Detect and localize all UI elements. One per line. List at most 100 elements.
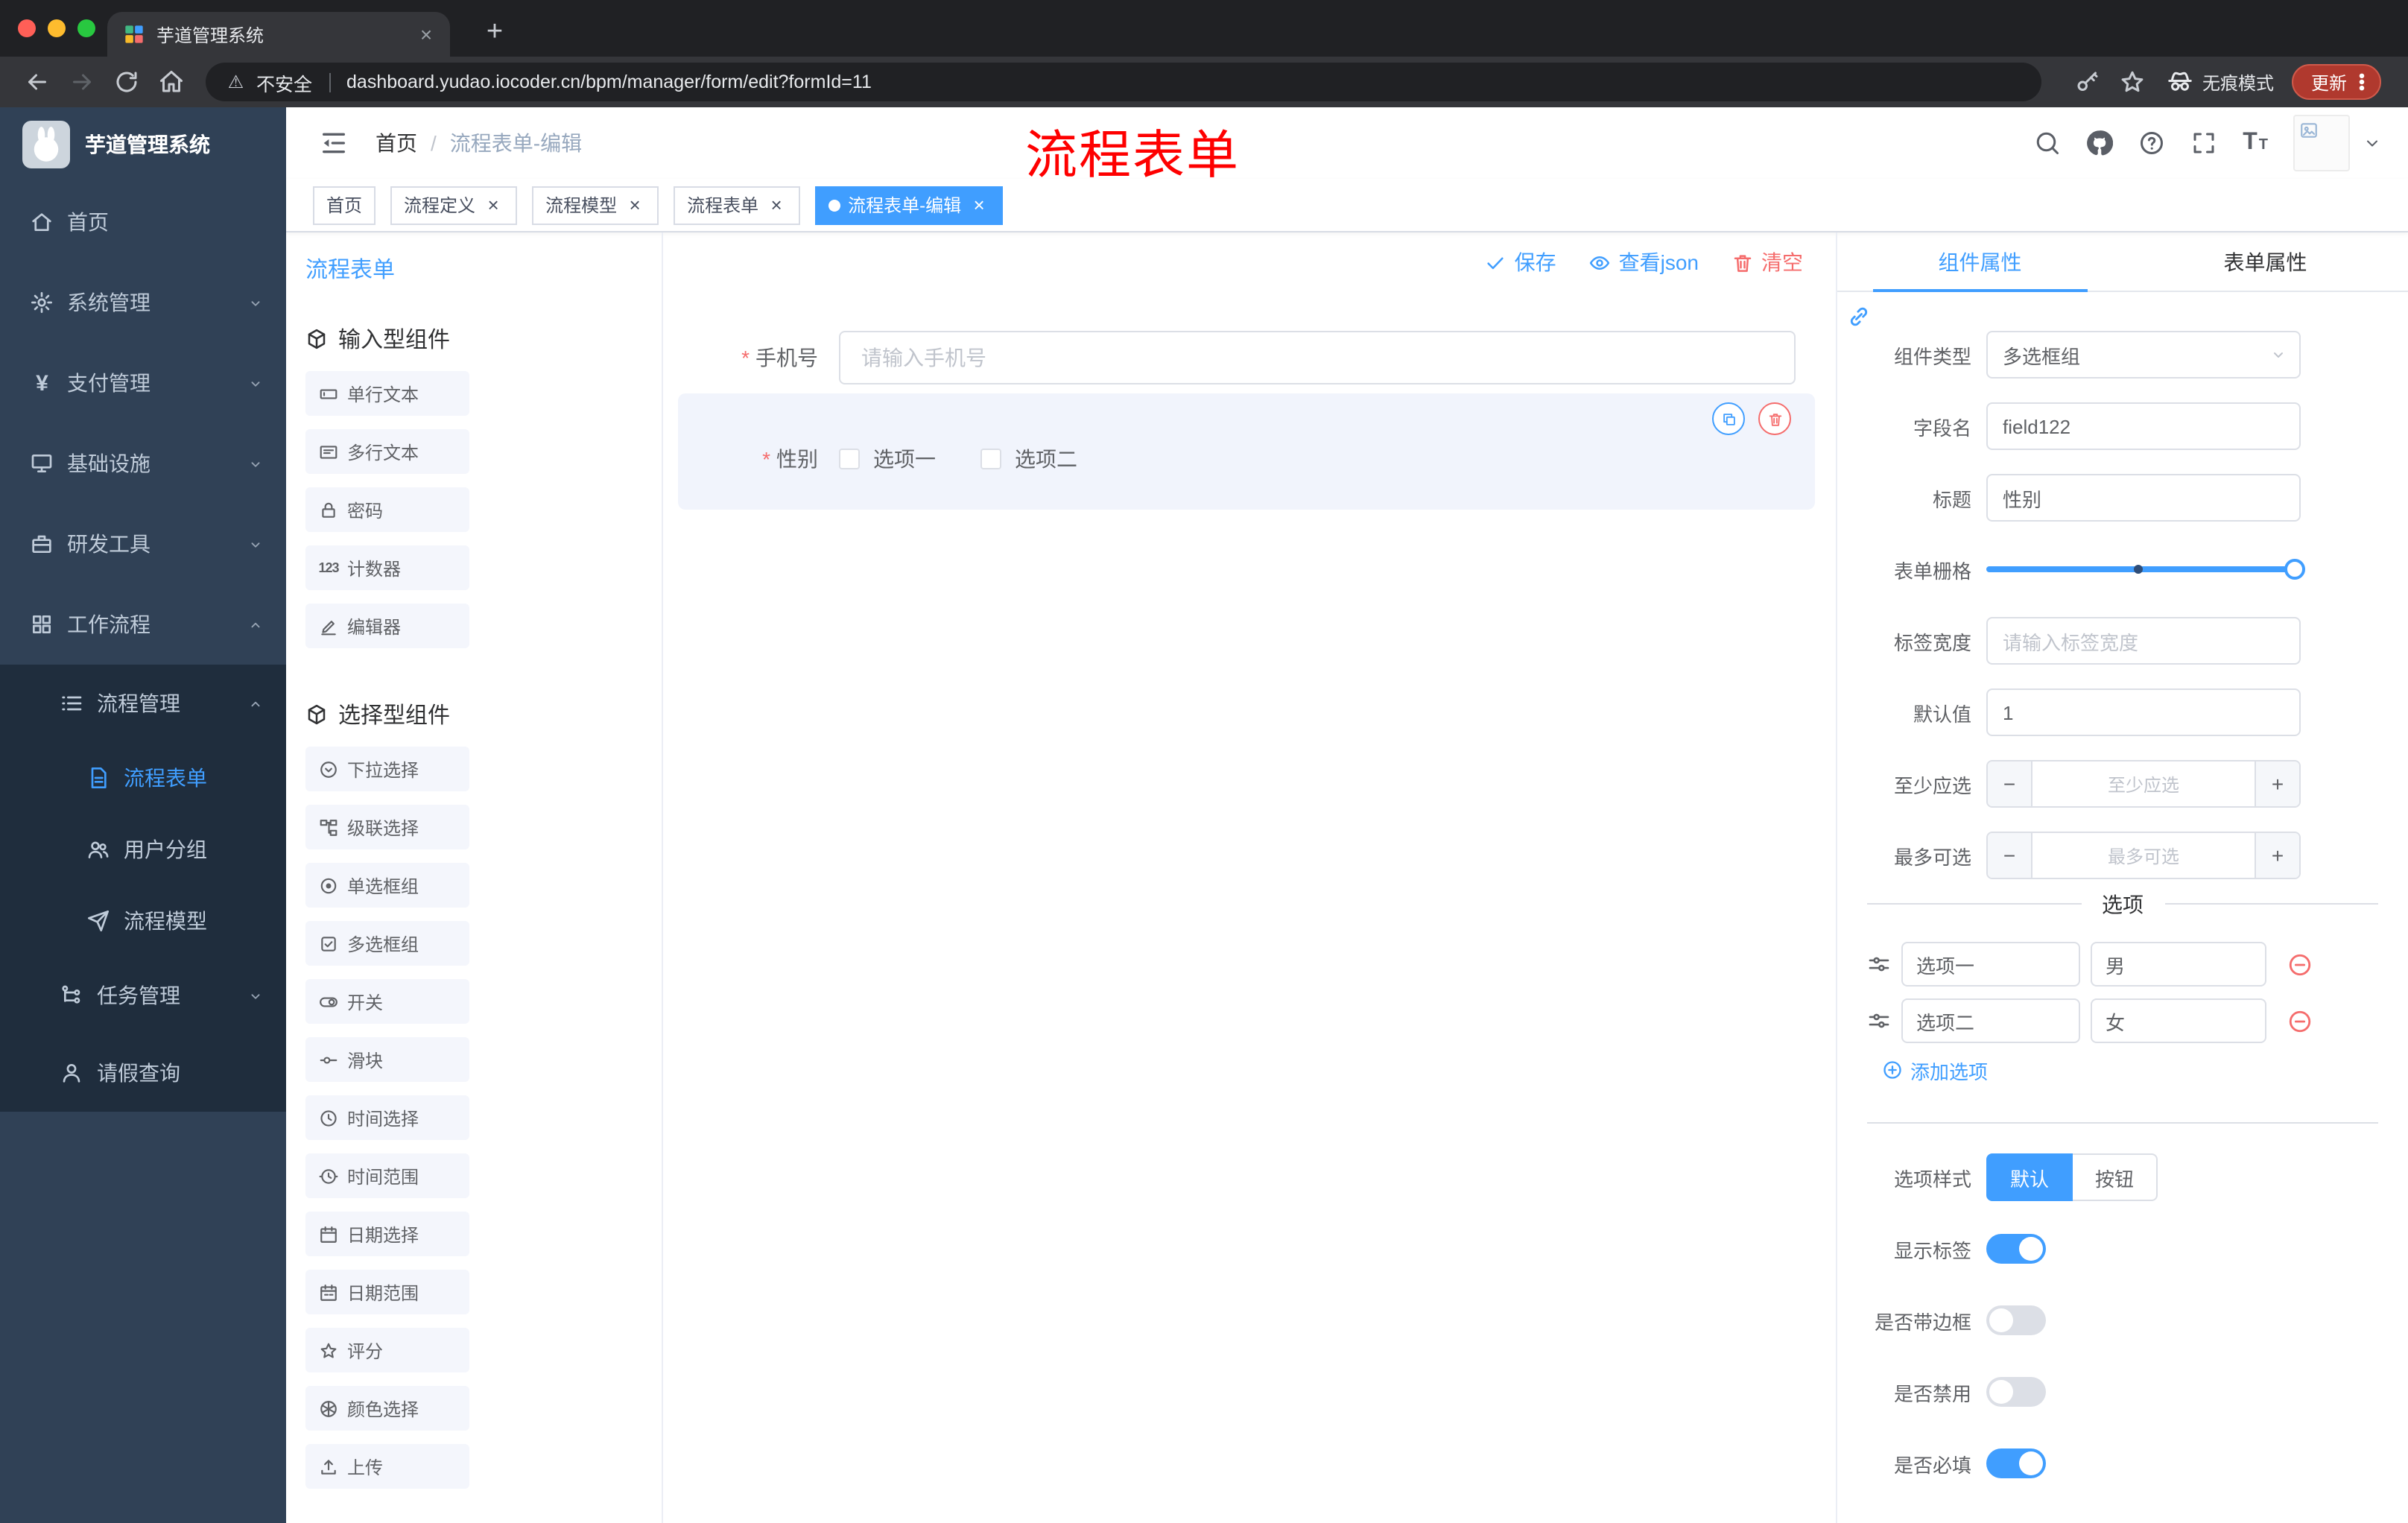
component-radio-group[interactable]: 单选框组 [305, 863, 469, 908]
copy-field-button[interactable] [1712, 402, 1745, 435]
component-input[interactable]: 单行文本 [305, 371, 469, 416]
option-handle-icon[interactable] [1867, 1009, 1891, 1033]
tag-home[interactable]: 首页 [313, 186, 376, 224]
canvas-field-gender-selected[interactable]: * 性别 选项一 选项二 [678, 393, 1815, 510]
stepper-decrease-button[interactable]: − [1988, 762, 2032, 806]
user-avatar[interactable] [2293, 115, 2350, 171]
checkbox-box[interactable] [839, 449, 860, 469]
stepper-value[interactable]: 至少应选 [2032, 762, 2255, 806]
required-switch[interactable] [1986, 1448, 2046, 1478]
sidebar-item-process-management[interactable]: 流程管理 [0, 665, 286, 742]
component-color-picker[interactable]: 颜色选择 [305, 1386, 469, 1431]
tag-close-icon[interactable]: × [969, 194, 989, 215]
option-handle-icon[interactable] [1867, 952, 1891, 976]
component-checkbox-group[interactable]: 多选框组 [305, 921, 469, 966]
disabled-switch[interactable] [1986, 1377, 2046, 1407]
component-upload[interactable]: 上传 [305, 1444, 469, 1489]
browser-menu-icon[interactable] [2351, 72, 2372, 92]
chrome-update-button[interactable]: 更新 [2291, 64, 2381, 100]
field-name-input[interactable]: field122 [1986, 402, 2301, 450]
component-editor[interactable]: 编辑器 [305, 604, 469, 648]
option-style-button[interactable]: 按钮 [2073, 1153, 2158, 1201]
sidebar-item-workflow[interactable]: 工作流程 [0, 584, 286, 665]
component-type-select[interactable]: 多选框组 [1986, 331, 2301, 379]
option-label-input[interactable]: 选项一 [1901, 942, 2080, 987]
component-date-range[interactable]: 日期范围 [305, 1270, 469, 1314]
delete-field-button[interactable] [1758, 402, 1791, 435]
password-manager-icon[interactable] [2068, 63, 2107, 101]
canvas-field-phone[interactable]: * 手机号 请输入手机号 [678, 331, 1796, 384]
sidebar-item-payment[interactable]: ¥ 支付管理 [0, 343, 286, 423]
option-value-input[interactable]: 女 [2091, 998, 2266, 1043]
app-logo[interactable]: 芋道管理系统 [0, 107, 286, 182]
panel-tab-form-props[interactable]: 表单属性 [2123, 232, 2408, 291]
option-style-default[interactable]: 默认 [1986, 1153, 2073, 1201]
tag-process-definition[interactable]: 流程定义 × [390, 186, 518, 224]
show-label-switch[interactable] [1986, 1234, 2046, 1264]
form-grid-slider[interactable] [1986, 545, 2305, 593]
sidebar-item-user-group[interactable]: 用户分组 [0, 814, 286, 885]
form-canvas[interactable]: * 手机号 请输入手机号 * 性别 选项一 选项二 [663, 292, 1836, 1523]
close-window-button[interactable] [18, 19, 36, 37]
component-cascader[interactable]: 级联选择 [305, 805, 469, 849]
gender-option-1[interactable]: 选项一 [839, 444, 936, 474]
minimize-window-button[interactable] [48, 19, 66, 37]
clear-button[interactable]: 清空 [1731, 247, 1803, 277]
sidebar-item-infrastructure[interactable]: 基础设施 [0, 423, 286, 504]
component-time-range[interactable]: 时间范围 [305, 1153, 469, 1198]
breadcrumb-home[interactable]: 首页 [376, 128, 417, 158]
sidebar-item-leave-query[interactable]: 请假查询 [0, 1034, 286, 1112]
link-icon[interactable] [1846, 304, 1872, 329]
back-button[interactable] [18, 63, 57, 101]
phone-input[interactable]: 请输入手机号 [839, 331, 1796, 384]
gender-option-2[interactable]: 选项二 [980, 444, 1077, 474]
component-textarea[interactable]: 多行文本 [305, 429, 469, 474]
view-json-button[interactable]: 查看json [1589, 247, 1699, 277]
tag-process-model[interactable]: 流程模型 × [532, 186, 659, 224]
sidebar-item-process-model[interactable]: 流程模型 [0, 885, 286, 957]
label-width-input[interactable]: 请输入标签宽度 [1986, 617, 2301, 665]
sidebar-item-task-management[interactable]: 任务管理 [0, 957, 286, 1034]
tag-process-form-edit[interactable]: 流程表单-编辑 × [815, 186, 1004, 224]
stepper-increase-button[interactable]: + [2255, 762, 2299, 806]
option-value-input[interactable]: 男 [2091, 942, 2266, 987]
save-button[interactable]: 保存 [1485, 247, 1556, 277]
sidebar-toggle-button[interactable] [319, 128, 349, 158]
component-select[interactable]: 下拉选择 [305, 747, 469, 791]
reload-button[interactable] [107, 63, 146, 101]
title-input[interactable]: 性别 [1986, 474, 2301, 522]
add-option-button[interactable]: 添加选项 [1882, 1055, 2408, 1085]
with-border-switch[interactable] [1986, 1305, 2046, 1335]
component-rate[interactable]: 评分 [305, 1328, 469, 1372]
stepper-value[interactable]: 最多可选 [2032, 833, 2255, 878]
component-time-picker[interactable]: 时间选择 [305, 1095, 469, 1140]
component-counter[interactable]: 123 计数器 [305, 545, 469, 590]
font-size-icon[interactable]: TT [2243, 130, 2268, 155]
tag-close-icon[interactable]: × [766, 194, 787, 215]
stepper-increase-button[interactable]: + [2255, 833, 2299, 878]
sidebar-item-devtools[interactable]: 研发工具 [0, 504, 286, 584]
search-icon[interactable] [2034, 130, 2061, 156]
component-date-picker[interactable]: 日期选择 [305, 1212, 469, 1256]
new-tab-button[interactable]: + [474, 12, 516, 54]
default-value-input[interactable]: 1 [1986, 688, 2301, 736]
option-label-input[interactable]: 选项二 [1901, 998, 2080, 1043]
bookmark-star-icon[interactable] [2113, 63, 2152, 101]
sidebar-item-system[interactable]: 系统管理 [0, 262, 286, 343]
browser-tab[interactable]: 芋道管理系统 × [107, 12, 450, 57]
panel-tab-component-props[interactable]: 组件属性 [1837, 232, 2123, 292]
minus-circle-icon[interactable] [2287, 1008, 2313, 1033]
sidebar-item-home[interactable]: 首页 [0, 182, 286, 262]
browser-home-button[interactable] [152, 63, 191, 101]
tab-close-icon[interactable]: × [414, 22, 438, 46]
slider-handle[interactable] [2284, 559, 2305, 580]
forward-button[interactable] [63, 63, 101, 101]
help-icon[interactable] [2138, 130, 2165, 156]
address-bar[interactable]: ⚠ 不安全 dashboard.yudao.iocoder.cn/bpm/man… [206, 63, 2041, 101]
github-icon[interactable] [2086, 130, 2114, 156]
tag-close-icon[interactable]: × [624, 194, 645, 215]
component-switch[interactable]: 开关 [305, 979, 469, 1024]
avatar-caret-icon[interactable] [2363, 134, 2381, 152]
checkbox-box[interactable] [980, 449, 1001, 469]
tag-close-icon[interactable]: × [483, 194, 504, 215]
